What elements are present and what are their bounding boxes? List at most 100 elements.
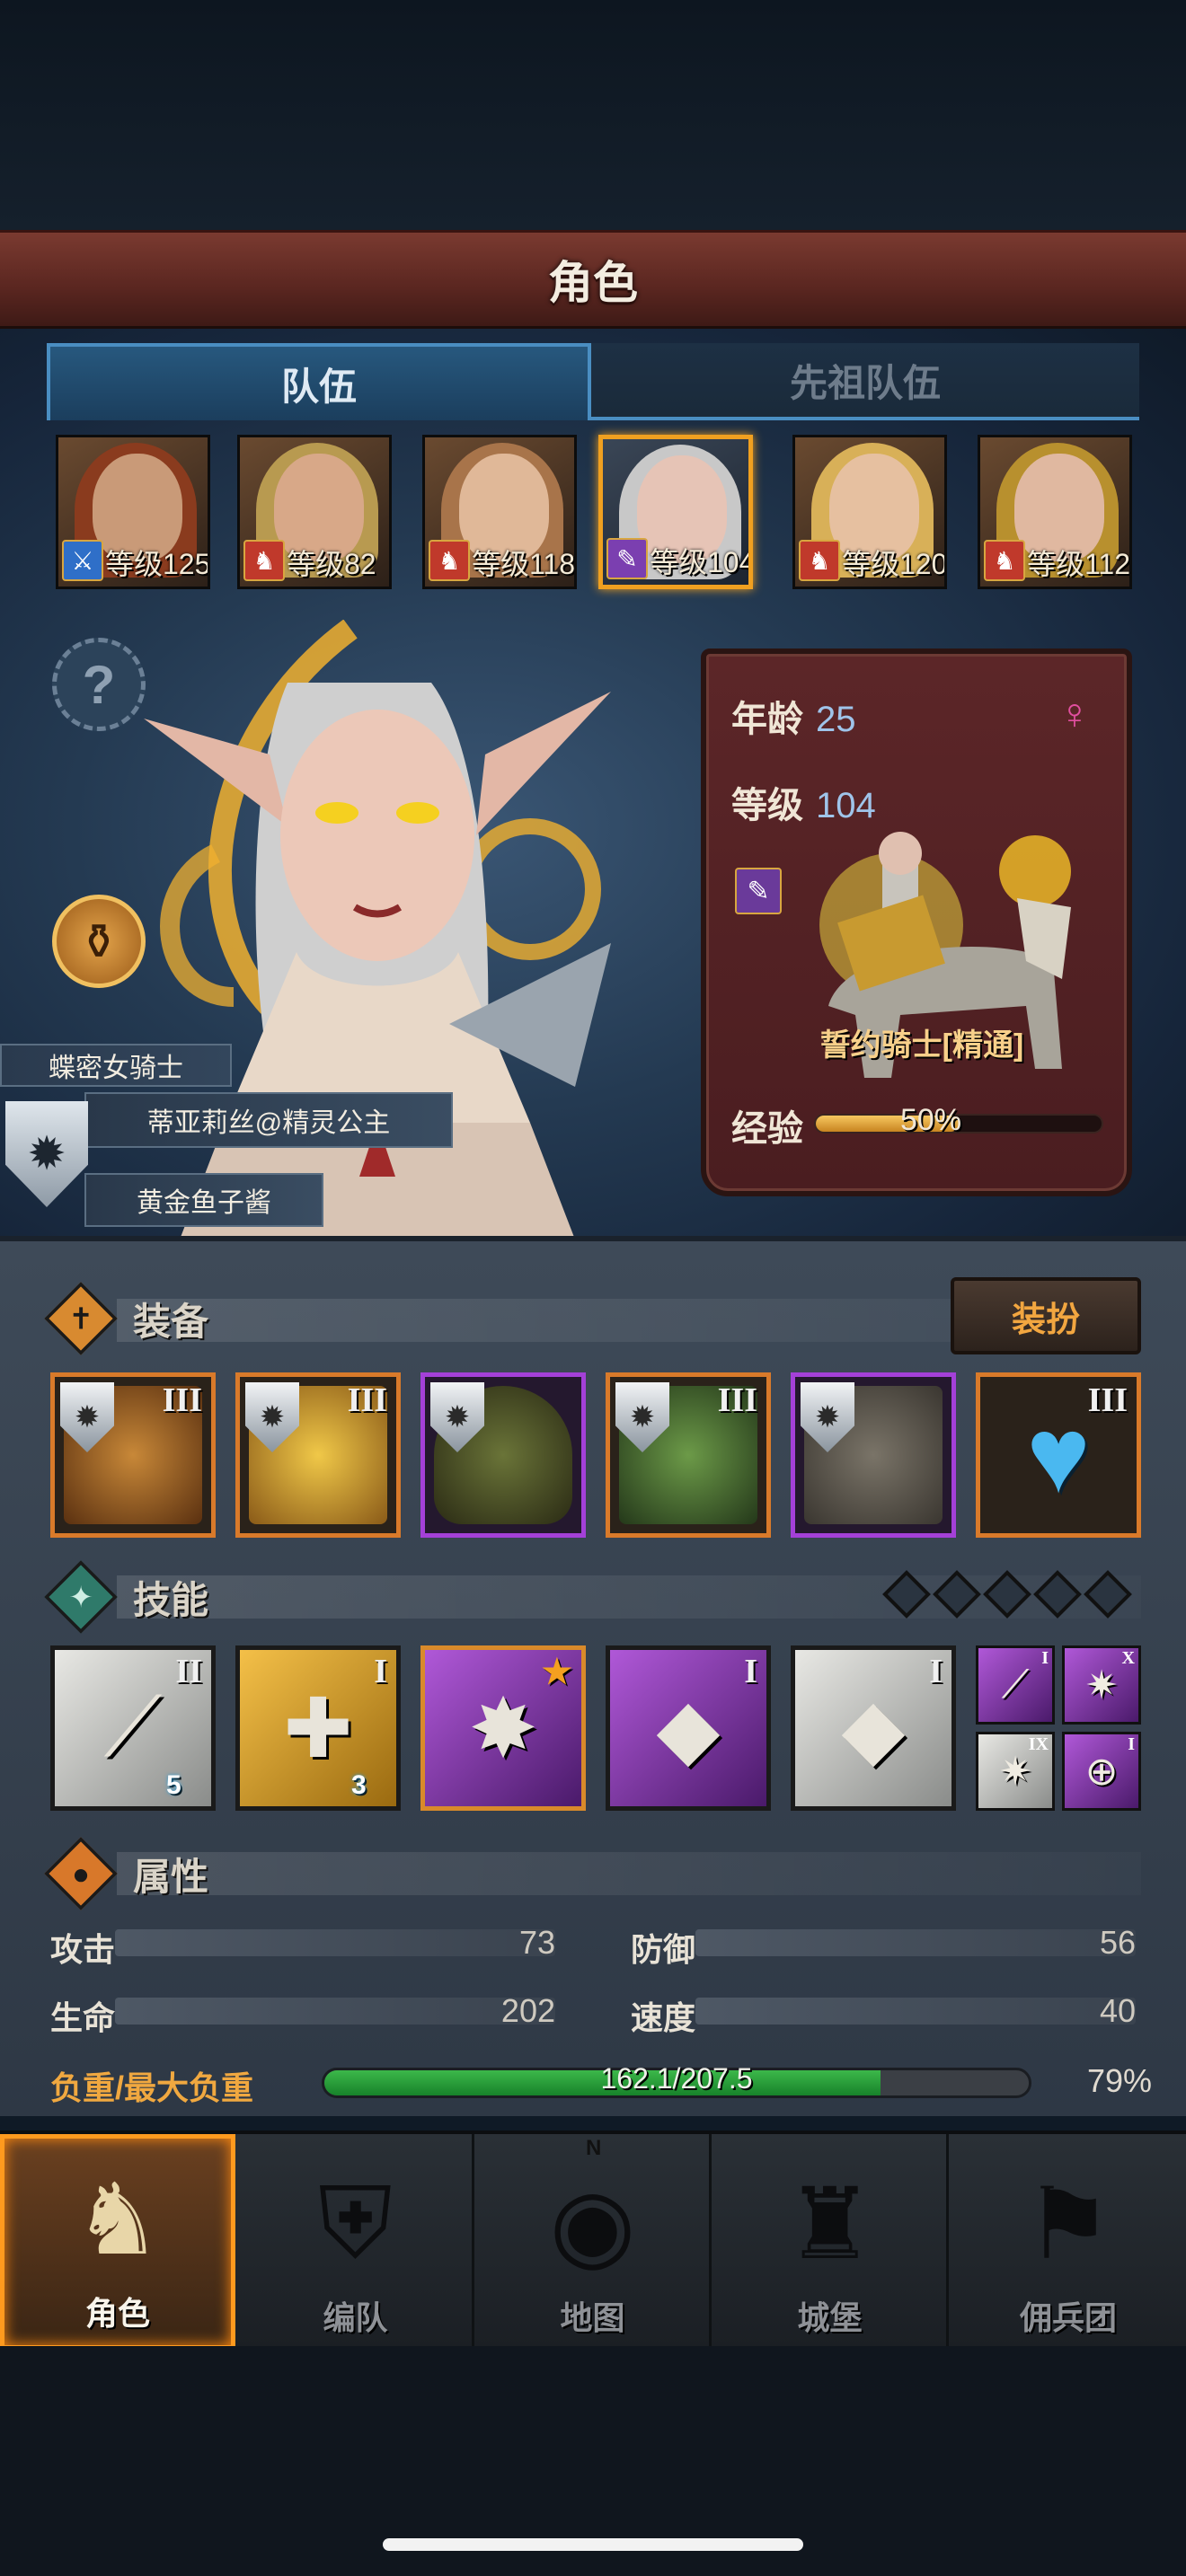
passive-skill-2[interactable]: ✷ X <box>1062 1645 1141 1725</box>
passive-skill-1[interactable]: ⟋ I <box>976 1645 1055 1725</box>
wolf-icon: ♞ <box>799 540 840 581</box>
star-burst-icon: ✦ <box>44 1560 118 1634</box>
compass-north-label: N <box>586 2136 602 2160</box>
home-indicator[interactable] <box>383 2538 803 2551</box>
skill-slot-1[interactable]: ⟋ II 5 <box>50 1645 216 1811</box>
skill-slot-3[interactable]: ✸ ★ <box>420 1645 586 1811</box>
status-area <box>0 0 1186 230</box>
tier-label: IX <box>1028 1734 1049 1754</box>
character-title-tag: 蝶密女骑士 <box>0 1044 232 1087</box>
hero-level: 等级125 <box>105 548 210 580</box>
page-title: 角色 <box>548 258 638 308</box>
attributes-header: ● 属性 <box>44 1837 209 1910</box>
exp-label: 经验 <box>731 1109 803 1149</box>
skill-slot-2[interactable]: ✚ I 3 <box>235 1645 401 1811</box>
dress-up-button[interactable]: 装扮 <box>951 1277 1141 1354</box>
speed-label: 速度 <box>631 1999 696 2036</box>
tier-label: I <box>744 1653 757 1690</box>
hero-level: 等级104 <box>650 546 753 578</box>
potion-icon[interactable]: ⚱ <box>52 895 146 988</box>
equipment-slot-3[interactable]: ✹ <box>420 1372 586 1538</box>
tier-label: I <box>929 1653 943 1690</box>
wolf-icon: ♞ <box>243 540 285 581</box>
equipment-slot-5[interactable]: ✹ <box>791 1372 956 1538</box>
equipment-slot-6[interactable]: ♥ III <box>976 1372 1141 1538</box>
load-label: 负重/最大负重 <box>50 2069 254 2106</box>
defense-label: 防御 <box>631 1931 696 1968</box>
skill-count: 5 <box>166 1770 181 1800</box>
nav-map[interactable]: ◉ 地图 <box>476 2134 712 2350</box>
wand-icon: ✎ <box>735 868 782 914</box>
character-info-card: 年龄 25 ♀ 等级 104 ✎ 誓约骑士[精通] 经验 50% <box>701 648 1132 1196</box>
wolf-icon: ♞ <box>984 540 1025 581</box>
nav-character[interactable]: ♞ 角色 <box>0 2134 235 2350</box>
character-name-tag: 蒂亚莉丝@精灵公主 <box>84 1092 453 1148</box>
attributes-label: 属性 <box>133 1855 209 1898</box>
skill-slot-5[interactable]: ◆ I <box>791 1645 956 1811</box>
tier-label: III <box>1087 1381 1128 1419</box>
nav-castle[interactable]: ♜ 城堡 <box>713 2134 949 2350</box>
nav-label: 佣兵团 <box>1019 2299 1117 2336</box>
nav-label: 城堡 <box>797 2299 863 2336</box>
tier-label: II <box>175 1653 202 1690</box>
hero-level: 等级120 <box>842 548 947 580</box>
tier-label: III <box>347 1381 387 1419</box>
guild-name: 黄金鱼子酱 <box>137 1188 271 1218</box>
equipment-header: ✝ 装备 <box>44 1282 209 1355</box>
hero-level: 等级118 <box>472 548 576 580</box>
skill-count: 3 <box>351 1770 367 1800</box>
hero-slot-1[interactable]: ⚔ 等级125 <box>56 435 210 589</box>
equipment-slot-4[interactable]: ✹ III <box>606 1372 771 1538</box>
sword-icon: ⚔ <box>62 540 103 581</box>
hero-slot-4[interactable]: ✎ 等级104 <box>598 435 753 589</box>
guild-name-tag[interactable]: 黄金鱼子酱 <box>84 1173 323 1227</box>
skills-label: 技能 <box>133 1578 209 1621</box>
helmet-icon: ⛨ <box>318 2167 393 2279</box>
wand-icon: ✎ <box>606 538 648 579</box>
equipment-slot-2[interactable]: ✹ III <box>235 1372 401 1538</box>
hero-slot-6[interactable]: ♞ 等级112 <box>978 435 1132 589</box>
tab-ancestor-team[interactable]: 先祖队伍 <box>591 343 1139 420</box>
hero-level: 等级112 <box>1027 548 1131 580</box>
castle-icon: ♜ <box>785 2169 874 2280</box>
character-title: 蝶密女骑士 <box>49 1054 183 1083</box>
defense-value: 56 <box>1099 1924 1136 1961</box>
load-percent: 79% <box>1086 2062 1152 2099</box>
crystal-hand-icon: ◆ <box>841 1682 906 1775</box>
nav-formation[interactable]: ⛨ 编队 <box>239 2134 474 2350</box>
passive-skill-4[interactable]: ⊕ I <box>1062 1732 1141 1811</box>
star-icon: ★ <box>541 1654 572 1691</box>
skill-slot-4[interactable]: ◆ I <box>606 1645 771 1811</box>
hp-label: 生命 <box>50 1999 116 2036</box>
female-icon: ♀ <box>1058 691 1091 738</box>
compass-map-icon: ◉ <box>549 2169 636 2280</box>
title-banner: 角色 <box>0 230 1186 329</box>
hero-slot-2[interactable]: ♞ 等级82 <box>237 435 392 589</box>
team-roster: ⚔ 等级125 ♞ 等级82 ♞ 等级118 ✎ 等级104 ♞ 等级120 ♞… <box>0 435 1186 593</box>
equipment-label: 装备 <box>133 1300 209 1343</box>
tier-label: III <box>162 1381 202 1419</box>
wolf-icon: ♞ <box>429 540 470 581</box>
tab-team[interactable]: 队伍 <box>47 343 591 420</box>
age-value: 25 <box>816 700 856 739</box>
passive-skill-3[interactable]: ✷ IX <box>976 1732 1055 1811</box>
knight-icon: ♞ <box>73 2165 163 2275</box>
tier-label: I <box>1128 1734 1135 1754</box>
age-label: 年龄 <box>731 700 803 739</box>
equipment-slot-1[interactable]: ✹ III <box>50 1372 216 1538</box>
exp-percent: 50% <box>900 1103 962 1137</box>
character-name: 蒂亚莉丝@精灵公主 <box>146 1108 391 1138</box>
hero-slot-5[interactable]: ♞ 等级120 <box>792 435 947 589</box>
nav-label: 编队 <box>323 2299 388 2336</box>
tier-label: I <box>1041 1648 1049 1668</box>
load-value: 162.1/207.5 <box>600 2062 753 2095</box>
nav-label: 地图 <box>560 2299 625 2336</box>
person-icon: ● <box>44 1837 118 1910</box>
crystal-hand-icon: ◆ <box>656 1682 721 1775</box>
skills-header: ✦ 技能 <box>44 1560 209 1634</box>
section-divider <box>117 1852 1141 1895</box>
hero-slot-3[interactable]: ♞ 等级118 <box>422 435 577 589</box>
banner-icon: ⚑ <box>1023 2169 1113 2280</box>
bottom-nav: ♞ 角色 ⛨ 编队 ◉ 地图 ♜ 城堡 ⚑ 佣兵团 <box>0 2130 1186 2350</box>
nav-mercenary[interactable]: ⚑ 佣兵团 <box>951 2134 1186 2350</box>
